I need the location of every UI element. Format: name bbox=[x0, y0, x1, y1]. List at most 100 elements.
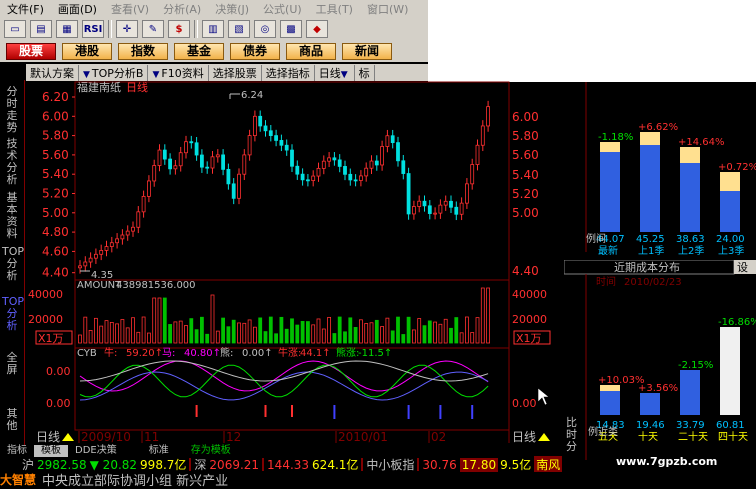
volume-bar bbox=[136, 331, 141, 344]
settings-tab-label: 设 bbox=[737, 261, 748, 274]
volume-bar bbox=[274, 333, 279, 344]
nav-top-analysis[interactable]: TOP分析 bbox=[2, 246, 24, 282]
select-indicator-button[interactable]: 选择指标 bbox=[262, 64, 315, 81]
watermark: www.7gpzb.com bbox=[616, 455, 718, 468]
tab-index[interactable]: 指数 bbox=[118, 43, 168, 60]
tab-dde[interactable]: DDE决策 bbox=[68, 445, 124, 457]
menu-analysis[interactable]: 分析(A) bbox=[156, 1, 208, 17]
volume-bar bbox=[268, 316, 273, 344]
volume-bar bbox=[353, 327, 358, 344]
calendar-icon[interactable]: ▩ bbox=[280, 20, 302, 38]
volume-unit-right: X1万 bbox=[516, 332, 542, 345]
scheme-dropdown[interactable]: 默认方案 bbox=[26, 64, 79, 81]
data-icon[interactable]: ▦ bbox=[56, 20, 78, 38]
menu-screen[interactable]: 画面(D) bbox=[51, 1, 104, 17]
candle-body bbox=[83, 261, 88, 267]
candle-body bbox=[449, 200, 453, 208]
candle-body bbox=[263, 125, 268, 132]
split-icon[interactable]: ▧ bbox=[228, 20, 250, 38]
tab-bonds[interactable]: 债券 bbox=[230, 43, 280, 60]
stock-name: 福建南纸 bbox=[77, 81, 121, 94]
indicator-icon[interactable]: ▥ bbox=[202, 20, 224, 38]
binoculars-icon[interactable]: ◎ bbox=[254, 20, 276, 38]
tab-commodities[interactable]: 商品 bbox=[286, 43, 336, 60]
nav-fullscreen[interactable]: 全屏 bbox=[2, 352, 22, 376]
f10-button[interactable]: ▼ F10资料 bbox=[148, 64, 209, 81]
volume-bar bbox=[369, 322, 374, 344]
volume-bar bbox=[332, 333, 337, 344]
select-stock-button[interactable]: 选择股票 bbox=[209, 64, 262, 81]
menu-tools[interactable]: 工具(T) bbox=[309, 1, 360, 17]
candle-body bbox=[189, 141, 194, 144]
cyb-legend-value: 0.00↑ bbox=[242, 348, 273, 359]
quarter-pct: +14.64% bbox=[678, 137, 725, 148]
volume-bar bbox=[205, 333, 210, 344]
volume-bar bbox=[226, 326, 231, 344]
candle-body bbox=[316, 168, 321, 177]
panel-title: 近期成本分布 bbox=[614, 260, 680, 274]
tab-template[interactable]: 模板 bbox=[34, 445, 68, 457]
drawing-icon[interactable]: ✎ bbox=[142, 20, 164, 38]
candle-body bbox=[486, 106, 491, 127]
right-price-tick: 4.40 bbox=[512, 264, 539, 278]
rsi-icon[interactable]: RSI bbox=[82, 20, 104, 38]
triangle-icon[interactable] bbox=[538, 433, 550, 441]
menu-view[interactable]: 查看(V) bbox=[104, 1, 156, 17]
volume-bar bbox=[99, 325, 104, 344]
more-button[interactable]: 标 bbox=[355, 64, 375, 81]
menu-window[interactable]: 窗口(W) bbox=[360, 1, 415, 17]
price-tick: 5.20 bbox=[42, 187, 69, 201]
candle-body bbox=[348, 173, 353, 181]
cost-label: 二十天 bbox=[678, 430, 708, 443]
quarter-label: 上1季 bbox=[638, 245, 664, 257]
volume-bar bbox=[168, 324, 173, 344]
cyb-legend-name: 牛涨: bbox=[278, 346, 301, 359]
open-icon[interactable]: ▭ bbox=[4, 20, 26, 38]
tab-news[interactable]: 新闻 bbox=[342, 43, 392, 60]
candle-body bbox=[215, 154, 220, 158]
candle-body bbox=[231, 183, 236, 199]
candle-body bbox=[305, 179, 310, 182]
reconnect-icon[interactable]: ◆ bbox=[306, 20, 328, 38]
tab-stocks[interactable]: 股票 bbox=[6, 43, 56, 60]
top-label: TOP分析B bbox=[91, 66, 144, 80]
nav-fundamentals[interactable]: 基本资料 bbox=[2, 192, 22, 240]
tab-save-template[interactable]: 存为模板 bbox=[184, 445, 238, 457]
quarter-price: 38.63 bbox=[676, 234, 705, 245]
left-nav: 分时走势 技术分析 基本资料 TOP分析 TOP分析 全屏 其他 bbox=[0, 80, 25, 445]
tab-funds[interactable]: 基金 bbox=[174, 43, 224, 60]
volume-bar bbox=[247, 319, 252, 344]
nav-time-sharing[interactable]: 分时走势 bbox=[2, 86, 22, 134]
menu-formula[interactable]: 公式(U) bbox=[256, 1, 309, 17]
money-icon[interactable]: $ bbox=[168, 20, 190, 38]
menu-decision[interactable]: 决策(J) bbox=[208, 1, 256, 17]
nav-technical[interactable]: 技术分析 bbox=[2, 138, 22, 186]
candle-body bbox=[353, 179, 358, 182]
time-value: 2010/02/23 bbox=[624, 277, 682, 288]
menu-file[interactable]: 文件(F) bbox=[0, 1, 51, 17]
tab-hk-stocks[interactable]: 港股 bbox=[62, 43, 112, 60]
cost-label: 四十天 bbox=[718, 430, 748, 443]
main-chart[interactable]: 6.20 6.00 5.80 5.60 5.40 5.20 5.00 4.80 4.60 4.40… bbox=[24, 81, 564, 445]
volume-bar bbox=[78, 334, 82, 344]
triangle-icon[interactable] bbox=[62, 433, 74, 441]
mouse-cursor-icon bbox=[537, 387, 550, 406]
volume-bar bbox=[343, 331, 347, 344]
crosshair-icon[interactable]: ✛ bbox=[116, 20, 138, 38]
screen-icon[interactable]: ▤ bbox=[30, 20, 52, 38]
period-footer-right[interactable]: 日线 bbox=[512, 430, 536, 444]
news-ticker-bar: 大智慧 中央成立部际协调小组 新兴产业 bbox=[0, 470, 564, 489]
volume-bar bbox=[184, 325, 188, 344]
chevron-down-icon: ▼ bbox=[340, 69, 348, 80]
volume-bar bbox=[396, 316, 400, 344]
period-dropdown[interactable]: 日线▼ bbox=[315, 64, 355, 81]
nav-top-analysis-2[interactable]: TOP分析 bbox=[2, 296, 24, 332]
chevron-down-icon: ▼ bbox=[83, 69, 90, 80]
price-tick: 6.00 bbox=[42, 109, 69, 123]
news-headline[interactable]: 中央成立部际协调小组 新兴产业 bbox=[42, 470, 228, 489]
nav-other[interactable]: 其他 bbox=[2, 408, 22, 432]
period-footer[interactable]: 日线 bbox=[36, 430, 60, 444]
top-analysis-dropdown[interactable]: ▼ TOP分析B bbox=[79, 64, 149, 81]
volume-bar bbox=[427, 320, 432, 344]
candle-body bbox=[104, 246, 109, 251]
